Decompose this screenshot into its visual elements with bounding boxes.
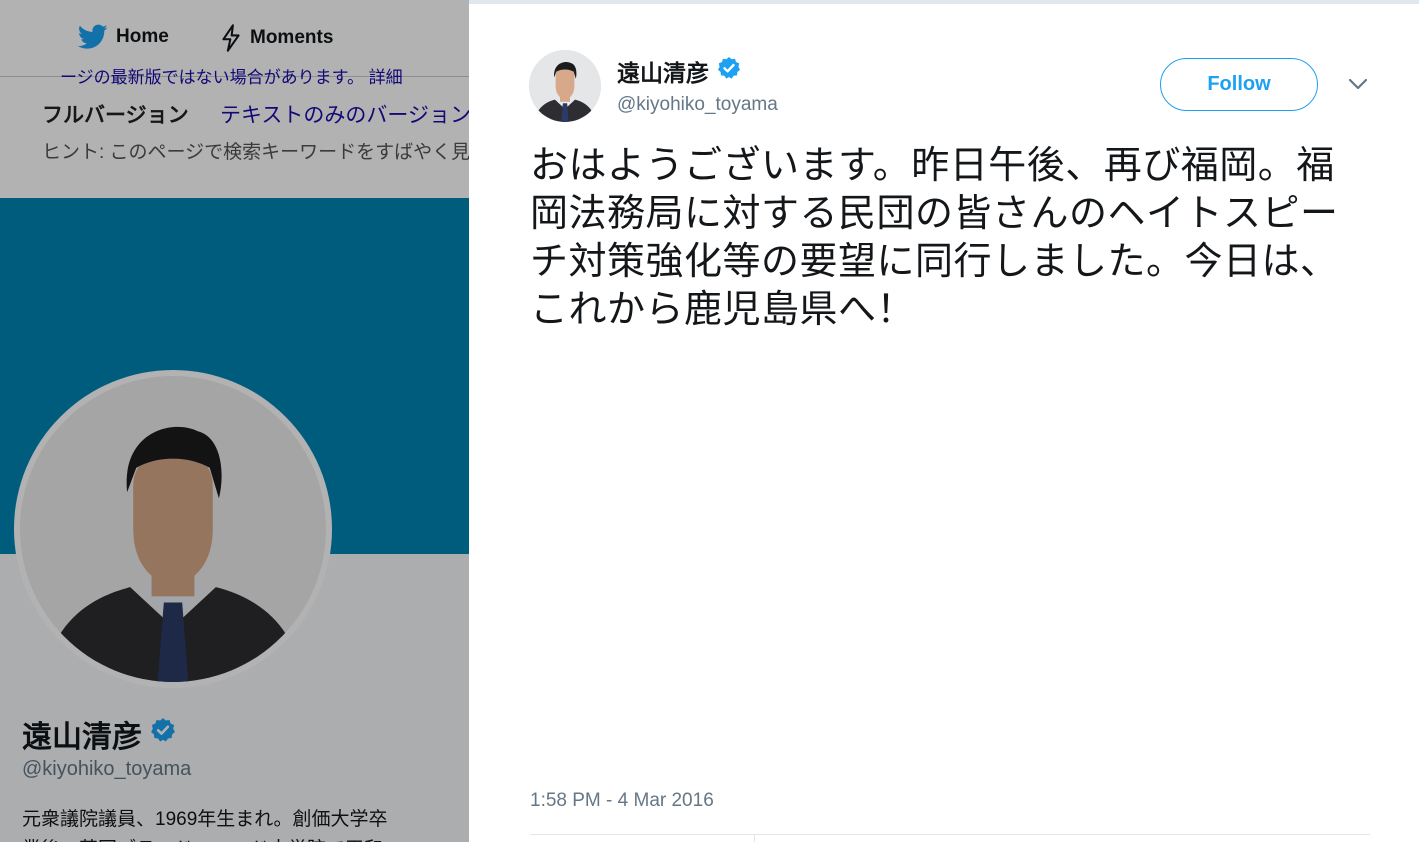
follow-button[interactable]: Follow	[1160, 58, 1318, 111]
tweet-timestamp[interactable]: 1:58 PM - 4 Mar 2016	[530, 790, 714, 812]
verified-badge-icon	[717, 56, 741, 86]
tweet-menu-button[interactable]	[1344, 74, 1372, 98]
avatar-photo-icon	[529, 50, 601, 122]
background-profile-page: Home Moments ージの最新版ではない場合があります。 詳細 フルバージ…	[0, 0, 469, 842]
modal-overlay[interactable]	[0, 0, 469, 842]
divider	[530, 834, 1370, 835]
tweet-author-avatar[interactable]	[529, 50, 601, 122]
tweet-author-handle[interactable]: @kiyohiko_toyama	[617, 94, 778, 116]
divider	[754, 834, 755, 842]
tweet-modal	[469, 4, 1419, 842]
tweet-text: おはようございます。昨日午後、再び福岡。福岡法務局に対する民団の皆さんのヘイトス…	[530, 145, 1339, 331]
tweet-author-name[interactable]: 遠山清彦	[617, 54, 741, 88]
tweet-author-name-text: 遠山清彦	[617, 60, 709, 86]
screen: Home Moments ージの最新版ではない場合があります。 詳細 フルバージ…	[0, 0, 1419, 842]
chevron-down-icon	[1348, 77, 1368, 95]
